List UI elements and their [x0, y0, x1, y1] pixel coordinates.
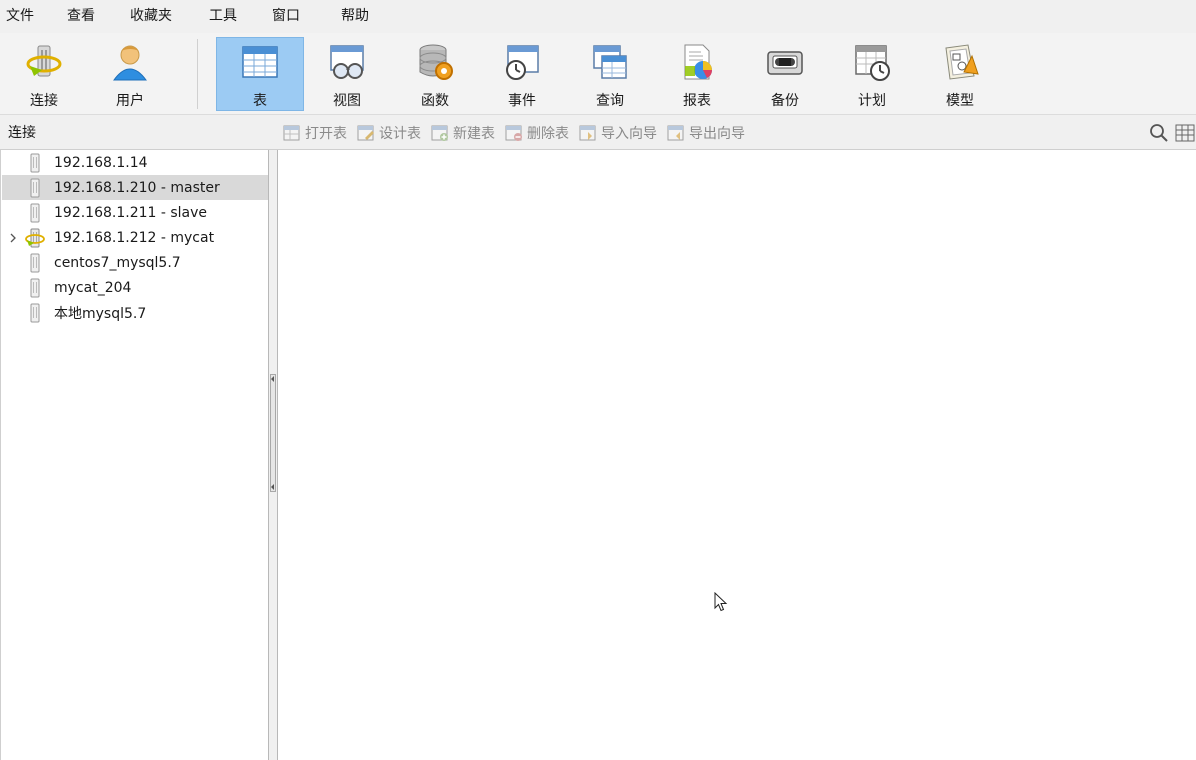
function-label: 函数: [421, 93, 449, 109]
import-wizard-button[interactable]: 导入向导: [579, 123, 657, 143]
user-label: 用户: [116, 93, 144, 109]
function-gear-icon: [419, 44, 453, 80]
connection-label: 192.168.1.211 - slave: [54, 204, 208, 221]
export-wizard-label: 导出向导: [689, 126, 745, 142]
report-chart-icon: [684, 44, 712, 80]
server-icon: [30, 253, 40, 272]
connection-label: centos7_mysql5.7: [54, 254, 181, 271]
query-label: 查询: [596, 93, 624, 109]
report-button[interactable]: 报表: [653, 37, 741, 111]
backup-label: 备份: [771, 93, 799, 109]
design-table-icon: [357, 125, 374, 141]
open-table-label: 打开表: [305, 126, 347, 142]
connect-button[interactable]: 连接: [0, 37, 88, 111]
server-icon: [30, 203, 40, 222]
import-wizard-icon: [579, 125, 596, 141]
table-actions: 打开表 设计表 新建表 删除表 导入向导 导出向导: [283, 116, 755, 150]
new-table-label: 新建表: [453, 126, 495, 142]
event-label: 事件: [508, 93, 536, 109]
menu-tools[interactable]: 工具: [209, 0, 237, 33]
design-table-label: 设计表: [379, 126, 421, 142]
user-icon: [113, 45, 147, 81]
open-table-button[interactable]: 打开表: [283, 123, 347, 143]
chevron-right-icon[interactable]: [2, 225, 24, 250]
menu-favorites[interactable]: 收藏夹: [130, 0, 172, 33]
menu-help[interactable]: 帮助: [341, 0, 369, 33]
view-glasses-icon: [330, 45, 364, 79]
schedule-button[interactable]: 计划: [828, 37, 916, 111]
schedule-calendar-icon: [855, 45, 890, 81]
function-button[interactable]: 函数: [391, 37, 479, 111]
connect-label: 连接: [30, 93, 58, 109]
connection-label: mycat_204: [54, 279, 132, 296]
connection-item-6[interactable]: mycat_204: [2, 275, 268, 300]
view-button[interactable]: 视图: [303, 37, 391, 111]
connection-item-5[interactable]: centos7_mysql5.7: [2, 250, 268, 275]
connections-pane-title: 连接: [8, 125, 36, 141]
model-label: 模型: [946, 93, 974, 109]
connection-tree[interactable]: 192.168.1.14 192.168.1.210 - master 192.…: [0, 150, 269, 760]
connection-item-3[interactable]: 192.168.1.211 - slave: [2, 200, 268, 225]
export-wizard-icon: [667, 125, 684, 141]
mouse-cursor-icon: [714, 592, 728, 612]
view-label: 视图: [333, 93, 361, 109]
menu-view[interactable]: 查看: [67, 0, 95, 33]
table-button[interactable]: 表: [216, 37, 304, 111]
model-icon: [945, 44, 979, 80]
connection-item-1[interactable]: 192.168.1.14: [2, 150, 268, 175]
connection-item-4[interactable]: 192.168.1.212 - mycat: [2, 225, 268, 250]
query-icon: [593, 45, 627, 79]
delete-table-label: 删除表: [527, 126, 569, 142]
pane-splitter[interactable]: [269, 150, 277, 760]
table-icon: [242, 46, 278, 78]
server-icon: [30, 153, 40, 172]
object-toolbar: 连接 打开表 设计表 新建表 删除表 导入向导 导出向导: [0, 116, 1196, 150]
menu-file[interactable]: 文件: [6, 0, 34, 33]
server-icon: [30, 278, 40, 297]
connected-server-icon: [25, 228, 45, 247]
delete-table-icon: [505, 125, 522, 141]
connection-label: 192.168.1.14: [54, 154, 148, 171]
toolbar-separator: [197, 39, 198, 109]
report-label: 报表: [683, 93, 711, 109]
connection-label: 本地mysql5.7: [54, 305, 147, 322]
new-table-icon: [431, 125, 448, 141]
export-wizard-button[interactable]: 导出向导: [667, 123, 745, 143]
schedule-label: 计划: [858, 93, 886, 109]
grid-view-icon[interactable]: [1174, 122, 1196, 144]
design-table-button[interactable]: 设计表: [357, 123, 421, 143]
menu-bar: 文件 查看 收藏夹 工具 窗口 帮助: [0, 0, 1196, 33]
event-button[interactable]: 事件: [478, 37, 566, 111]
server-icon: [30, 303, 40, 322]
object-list-area[interactable]: [277, 150, 1196, 760]
backup-tape-icon: [767, 51, 803, 75]
connection-item-7[interactable]: 本地mysql5.7: [2, 300, 268, 325]
connection-label: 192.168.1.210 - master: [54, 179, 220, 196]
query-button[interactable]: 查询: [566, 37, 654, 111]
splitter-grip[interactable]: [270, 374, 276, 492]
search-icon[interactable]: [1148, 122, 1170, 144]
menu-window[interactable]: 窗口: [272, 0, 300, 33]
connection-item-2[interactable]: 192.168.1.210 - master: [2, 175, 268, 200]
event-clock-icon: [506, 45, 539, 80]
table-label: 表: [253, 93, 267, 109]
backup-button[interactable]: 备份: [741, 37, 829, 111]
server-icon: [30, 178, 40, 197]
connection-label: 192.168.1.212 - mycat: [54, 229, 215, 246]
import-wizard-label: 导入向导: [601, 126, 657, 142]
open-table-icon: [283, 125, 300, 141]
main-toolbar: 连接 用户 表 视图 函数 事件 查询 报表 备份 计划 模型: [0, 33, 1196, 115]
new-table-button[interactable]: 新建表: [431, 123, 495, 143]
user-button[interactable]: 用户: [86, 37, 174, 111]
plug-connect-icon: [26, 45, 62, 77]
model-button[interactable]: 模型: [916, 37, 1004, 111]
delete-table-button[interactable]: 删除表: [505, 123, 569, 143]
view-tools: [1148, 116, 1196, 150]
